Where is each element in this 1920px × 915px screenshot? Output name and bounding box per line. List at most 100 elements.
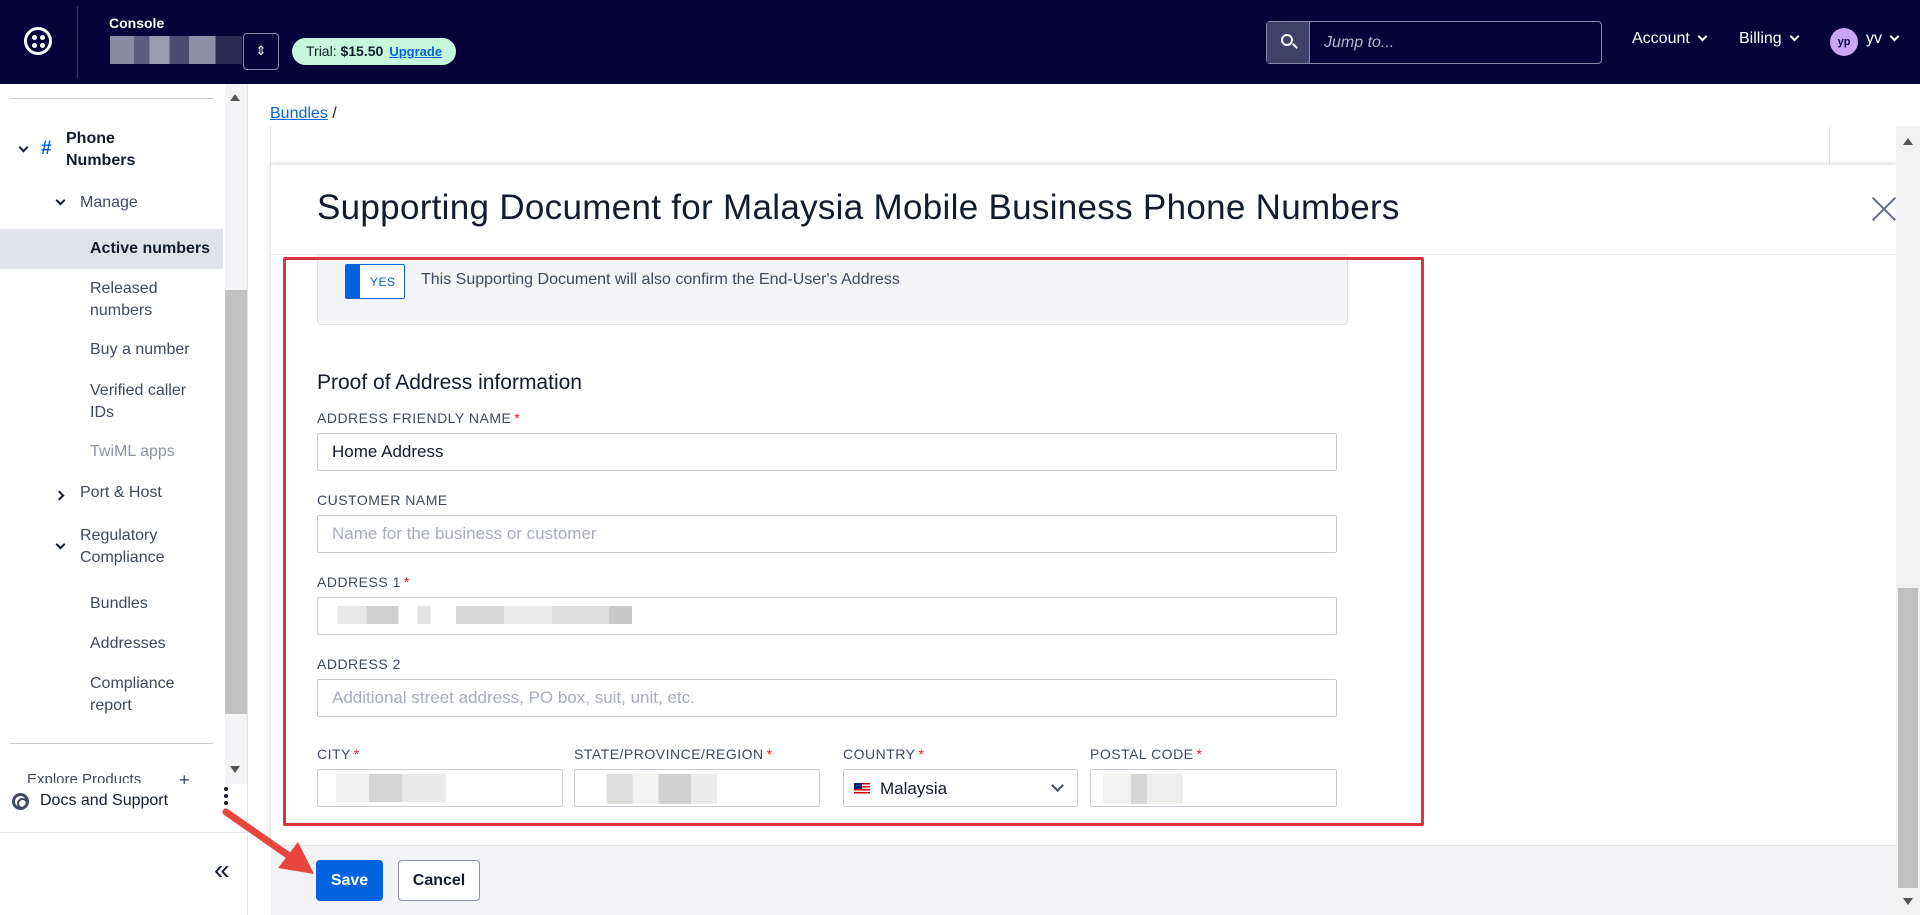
required-mark: *	[403, 574, 410, 590]
country-value: Malaysia	[880, 779, 948, 798]
required-mark: *	[353, 746, 360, 762]
up-down-chevron-icon: ⇕	[255, 43, 267, 58]
postal-code-input[interactable]	[1090, 769, 1337, 807]
sidebar-item-addresses[interactable]: Addresses	[90, 633, 166, 655]
address-friendly-name-input[interactable]	[317, 433, 1337, 471]
console-label: Console	[109, 15, 165, 31]
docs-and-support-label: Docs and Support	[40, 792, 169, 809]
country-label-text: COUNTRY	[843, 746, 916, 762]
malaysia-flag-icon	[854, 783, 870, 794]
docs-and-support[interactable]: Docs and Support	[0, 784, 225, 820]
account-switcher-button[interactable]: ⇕	[243, 33, 279, 70]
search-icon[interactable]	[1267, 22, 1310, 63]
sidebar-item-port-host[interactable]: Port & Host	[80, 482, 162, 504]
modal-footer: Save Cancel	[271, 845, 1896, 915]
country-select[interactable]: Malaysia	[843, 769, 1078, 807]
background-panel	[270, 126, 1830, 166]
customer-name-label: CUSTOMER NAME	[317, 492, 448, 508]
friendly-name-label: ADDRESS FRIENDLY NAME *	[317, 410, 520, 426]
search-input[interactable]: Jump to...	[1324, 34, 1394, 52]
user-menu[interactable]: yv	[1866, 30, 1900, 48]
state-input[interactable]	[574, 769, 820, 807]
chevron-down-icon[interactable]	[55, 195, 66, 206]
sidebar-item-manage[interactable]: Manage	[80, 192, 138, 214]
breadcrumb-separator: /	[332, 105, 337, 122]
sidebar-item-active-numbers[interactable]: Active numbers	[90, 238, 210, 260]
modal-body: YES This Supporting Document will also c…	[271, 245, 1896, 845]
address-confirm-box: YES This Supporting Document will also c…	[317, 245, 1348, 325]
address1-input[interactable]	[317, 597, 1337, 635]
customer-name-input[interactable]	[317, 515, 1337, 553]
toggle-description: This Supporting Document will also confi…	[421, 271, 900, 288]
twilio-logo-icon[interactable]	[24, 27, 52, 55]
state-label-text: STATE/PROVINCE/REGION	[574, 746, 764, 762]
account-menu[interactable]: Account	[1632, 30, 1708, 48]
city-label-text: CITY	[317, 746, 351, 762]
modal-title: Supporting Document for Malaysia Mobile …	[317, 188, 1400, 227]
address1-label: ADDRESS 1 *	[317, 574, 410, 590]
more-options-icon[interactable]	[224, 785, 230, 809]
upgrade-link[interactable]: Upgrade	[389, 44, 442, 59]
hash-icon: #	[41, 138, 52, 159]
sidebar-item-compliance-report[interactable]: Compliance report	[90, 673, 200, 717]
supporting-document-modal: YES This Supporting Document will also c…	[271, 165, 1896, 845]
breadcrumb-bundles-link[interactable]: Bundles	[270, 105, 328, 122]
trial-prefix: Trial:	[306, 43, 341, 59]
postal-code-redacted-value	[1103, 774, 1183, 804]
jump-to-search[interactable]: Jump to...	[1266, 21, 1602, 64]
lifebuoy-icon	[12, 793, 29, 810]
main-scrollbar[interactable]	[1896, 126, 1920, 915]
topbar-divider	[77, 6, 78, 78]
address2-label: ADDRESS 2	[317, 656, 401, 672]
trial-amount: $15.50	[340, 43, 384, 59]
country-label: COUNTRY *	[843, 746, 924, 762]
toggle-label: YES	[370, 275, 396, 289]
chevron-down-icon	[1789, 31, 1800, 42]
sidebar-item-regulatory-compliance[interactable]: Regulatory Compliance	[80, 525, 190, 569]
sidebar-item-buy-a-number[interactable]: Buy a number	[90, 339, 190, 361]
scroll-up-arrow-icon[interactable]	[1903, 138, 1913, 145]
toggle-knob	[346, 265, 360, 298]
billing-menu-label: Billing	[1739, 30, 1782, 47]
sidebar-item-bundles[interactable]: Bundles	[90, 593, 148, 615]
address1-label-text: ADDRESS 1	[317, 574, 401, 590]
avatar[interactable]: yp	[1830, 28, 1858, 56]
chevron-down-icon	[1051, 779, 1064, 792]
section-title: Proof of Address information	[317, 371, 582, 394]
address1-redacted-value	[328, 606, 648, 624]
postal-code-label: POSTAL CODE *	[1090, 746, 1202, 762]
required-mark: *	[1196, 746, 1203, 762]
billing-menu[interactable]: Billing	[1739, 30, 1800, 48]
close-icon[interactable]	[1870, 195, 1896, 223]
chevron-down-icon[interactable]	[55, 539, 66, 550]
postal-code-label-text: POSTAL CODE	[1090, 746, 1194, 762]
pointer-arrow-icon	[222, 808, 314, 874]
sidebar-item-explore-products[interactable]: Explore Products	[27, 771, 141, 783]
sidebar-item-twiml-apps[interactable]: TwiML apps	[90, 441, 175, 463]
cancel-button[interactable]: Cancel	[398, 860, 480, 901]
chevron-right-icon[interactable]	[54, 490, 65, 501]
main-scroll-thumb[interactable]	[1898, 588, 1918, 888]
scroll-down-arrow-icon[interactable]	[230, 766, 240, 773]
sidebar-item-released-numbers[interactable]: Released numbers	[90, 278, 190, 322]
sidebar-divider	[10, 743, 213, 744]
chevron-down-icon[interactable]	[18, 142, 29, 153]
sidebar-scrollbar[interactable]	[225, 84, 247, 784]
sidebar-item-verified-caller-ids[interactable]: Verified caller IDs	[90, 380, 210, 424]
user-menu-label: yv	[1866, 30, 1882, 47]
address2-input[interactable]	[317, 679, 1337, 717]
city-input[interactable]	[317, 769, 563, 807]
confirm-address-toggle[interactable]: YES	[345, 264, 405, 299]
top-navigation-bar: Console ⇕ Trial: $15.50 Upgrade Jump to..…	[0, 0, 1920, 84]
sidebar: # Phone Numbers Manage Active numbers Re…	[0, 84, 248, 915]
city-label: CITY *	[317, 746, 360, 762]
scroll-up-arrow-icon[interactable]	[230, 94, 240, 101]
sidebar-item-phone-numbers[interactable]: Phone Numbers	[66, 128, 176, 172]
modal-header: Supporting Document for Malaysia Mobile …	[271, 165, 1896, 255]
account-menu-label: Account	[1632, 30, 1690, 47]
account-name-redacted	[110, 36, 242, 64]
required-mark: *	[514, 410, 521, 426]
scroll-down-arrow-icon[interactable]	[1903, 898, 1913, 905]
trial-balance-badge: Trial: $15.50 Upgrade	[292, 38, 457, 65]
sidebar-scroll-thumb[interactable]	[225, 290, 247, 714]
